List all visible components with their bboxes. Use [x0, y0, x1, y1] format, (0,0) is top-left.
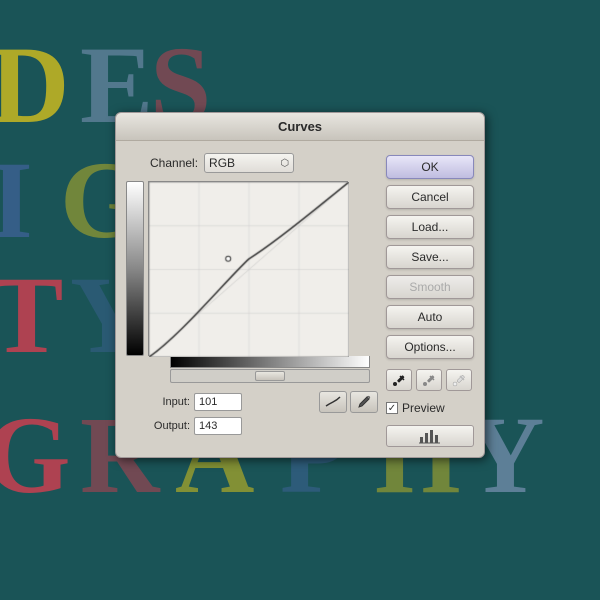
smooth-button[interactable]: Smooth [386, 275, 474, 299]
channel-row: Channel: RGB ⬡ [150, 153, 378, 173]
black-eyedropper-icon [391, 372, 407, 388]
save-button[interactable]: Save... [386, 245, 474, 269]
curves-area [126, 181, 378, 383]
input-row: Input: [148, 393, 242, 411]
preview-checkbox[interactable]: ✓ [386, 402, 398, 414]
input-label: Input: [148, 396, 190, 408]
preview-row: ✓ Preview [386, 401, 474, 415]
histogram-icon [418, 427, 442, 445]
input-field[interactable] [194, 393, 242, 411]
channel-select-arrow-icon: ⬡ [280, 158, 289, 169]
pencil-icon [357, 395, 371, 409]
curve-smooth-icon [325, 396, 341, 408]
output-field[interactable] [194, 417, 242, 435]
gray-eyedropper-icon [421, 372, 437, 388]
input-output-area: Input: [148, 391, 378, 435]
curves-canvas[interactable] [148, 181, 348, 356]
curve-pencil-tool-btn[interactable] [350, 391, 378, 413]
curves-bottom-gradient [170, 356, 370, 368]
curve-tool-buttons [319, 391, 378, 413]
dialog-title: Curves [278, 119, 322, 134]
channel-select-value: RGB [209, 156, 235, 170]
channel-label: Channel: [150, 156, 198, 170]
preview-label: Preview [402, 401, 445, 415]
ok-button[interactable]: OK [386, 155, 474, 179]
channel-select[interactable]: RGB ⬡ [204, 153, 294, 173]
gray-eyedropper-button[interactable] [416, 369, 442, 391]
dialog-body: Channel: RGB ⬡ [116, 141, 484, 457]
dialog-right-panel: OK Cancel Load... Save... Smooth Auto [386, 153, 474, 447]
curve-smooth-tool-btn[interactable] [319, 391, 347, 413]
bottom-right-icon-button[interactable] [386, 425, 474, 447]
auto-button[interactable]: Auto [386, 305, 474, 329]
options-button[interactable]: Options... [386, 335, 474, 359]
eyedropper-row [386, 369, 474, 391]
output-row: Output: [148, 417, 378, 435]
curves-dialog: Curves Channel: RGB ⬡ [115, 112, 485, 458]
gradient-bar [126, 181, 144, 356]
load-button[interactable]: Load... [386, 215, 474, 239]
scrollbar-thumb [255, 371, 285, 381]
dialog-left-panel: Channel: RGB ⬡ [126, 153, 378, 447]
white-eyedropper-icon [451, 372, 467, 388]
output-label: Output: [148, 420, 190, 432]
curves-scrollbar[interactable] [170, 369, 370, 383]
white-eyedropper-button[interactable] [446, 369, 472, 391]
black-eyedropper-button[interactable] [386, 369, 412, 391]
dialog-titlebar: Curves [116, 113, 484, 141]
dialog-overlay: Curves Channel: RGB ⬡ [0, 0, 600, 600]
cancel-button[interactable]: Cancel [386, 185, 474, 209]
